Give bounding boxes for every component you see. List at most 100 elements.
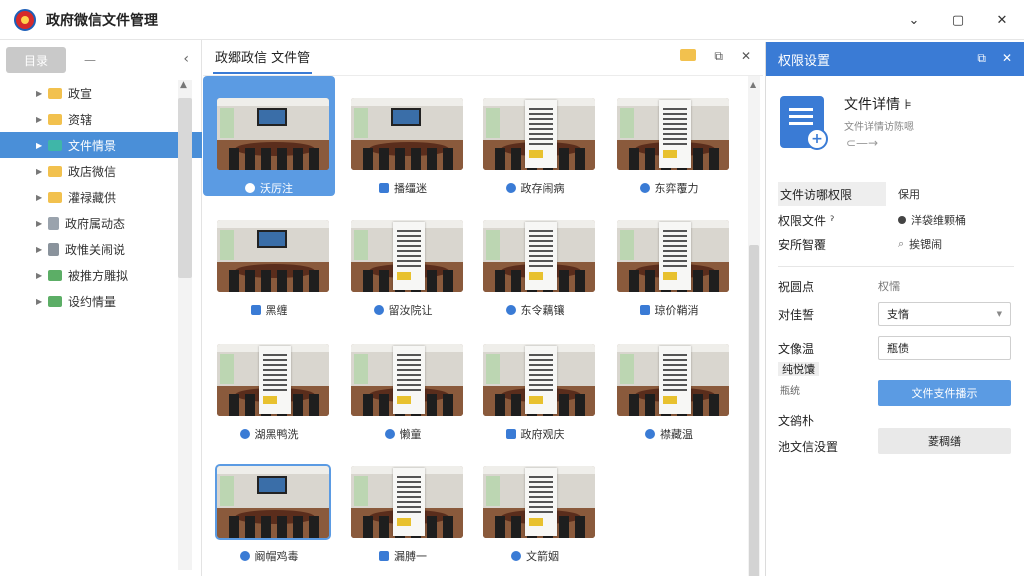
permission-value-manage[interactable]: ⌕ 挨锶闹 xyxy=(898,232,942,256)
file-type-icon xyxy=(250,305,261,315)
panel-header-actions: ⧉ ✕ xyxy=(977,51,1012,66)
window-controls: ⌄ ▢ ✕ xyxy=(892,0,1024,40)
file-type-icon xyxy=(239,429,250,439)
field-note: 瓶统 xyxy=(780,386,800,397)
file-card[interactable]: 东令藕镶 xyxy=(469,198,601,318)
file-type-icon xyxy=(645,429,655,439)
expand-arrow-icon[interactable]: ▶ xyxy=(36,297,46,306)
file-card[interactable]: 政存闹病 xyxy=(469,76,601,196)
folder-tree: ▶ 政宣 ▶ 资辖 ▶ 文件情景 ▶ 政店微信 ▶ 灌禄藏供 ▶ 政府属动态 ▶ 政惟关闹说 ▶ 被推方雕拟 ▶… xyxy=(0,80,202,314)
file-card[interactable]: 懒童 xyxy=(337,322,469,442)
file-card[interactable]: 襟藏温 xyxy=(603,322,735,442)
file-caption: 漏膊一 xyxy=(337,548,469,564)
file-thumbnail xyxy=(617,344,729,416)
file-card[interactable]: 政府观庆 xyxy=(469,322,601,442)
file-card[interactable]: 留汝院让 xyxy=(337,198,469,318)
expand-arrow-icon[interactable]: ▶ xyxy=(36,167,46,176)
file-name: 东弈覆力 xyxy=(654,182,699,195)
folder-icon xyxy=(48,87,62,99)
panel-close-icon[interactable]: ✕ xyxy=(1002,51,1012,66)
file-thumbnail xyxy=(483,344,595,416)
file-name: 黑缠 xyxy=(265,304,288,317)
file-name: 琼价鞘消 xyxy=(654,304,699,317)
file-thumbnail xyxy=(483,466,595,538)
file-grid-scrollbar-thumb[interactable] xyxy=(749,245,759,576)
field-label-4: 池文信没置 xyxy=(778,439,839,454)
expand-arrow-icon[interactable]: ▶ xyxy=(36,219,46,228)
new-folder-icon[interactable] xyxy=(680,49,697,61)
panel-divider xyxy=(778,266,1014,267)
file-name: 政存闹病 xyxy=(520,182,565,195)
file-caption: 政存闹病 xyxy=(469,180,601,196)
add-circle-icon xyxy=(898,216,906,224)
expand-arrow-icon[interactable]: ▶ xyxy=(36,193,46,202)
permission-row-file[interactable]: 权限文件 ˀ xyxy=(778,208,834,232)
sidebar-item[interactable]: ▶ 文件情景 xyxy=(0,132,202,158)
add-document-icon[interactable]: + xyxy=(806,128,828,150)
file-card[interactable]: 沃厉注 xyxy=(203,76,335,196)
file-thumbnail xyxy=(217,98,329,170)
sidebar-item[interactable]: ▶ 政店微信 xyxy=(0,158,178,184)
file-caption: 留汝院让 xyxy=(337,302,469,318)
sidebar-item[interactable]: ▶ 政府属动态 xyxy=(0,210,178,236)
file-caption: 湖黑鸭洗 xyxy=(203,426,335,442)
apply-permissions-button[interactable]: 文件支件播示 xyxy=(878,380,1011,406)
document-subtitle: 文件详情访陈嗯 xyxy=(844,122,914,133)
file-thumbnail xyxy=(617,220,729,292)
sidebar-scroll-up-icon[interactable]: ▲ xyxy=(180,80,187,90)
permission-label: 安所智覆 xyxy=(778,237,827,252)
expand-arrow-icon[interactable]: ▶ xyxy=(36,245,46,254)
file-card[interactable]: 漏膊一 xyxy=(337,444,469,564)
file-card[interactable]: 文箭姻 xyxy=(469,444,601,564)
share-arrow-icon[interactable]: ⊂—→ xyxy=(846,136,878,150)
sidebar-item[interactable]: ▶ 被推方雕拟 xyxy=(0,262,178,288)
maximize-button[interactable]: ▢ xyxy=(936,0,980,40)
file-card[interactable]: 阚帽鸡毒 xyxy=(203,444,335,564)
export-icon[interactable]: ⧉ xyxy=(714,49,723,64)
minimize-button[interactable]: ⌄ xyxy=(892,0,936,40)
close-tab-icon[interactable]: ✕ xyxy=(741,49,751,64)
popout-icon[interactable]: ⧉ xyxy=(977,51,986,66)
expand-arrow-icon[interactable]: ▶ xyxy=(36,271,46,280)
sidebar-item[interactable]: ▶ 政宣 xyxy=(0,80,178,106)
file-name: 留汝院让 xyxy=(388,304,433,317)
sidebar-item[interactable]: ▶ 设约情量 xyxy=(0,288,178,314)
file-type-icon xyxy=(373,305,384,315)
sidebar: 目录 — ‹ ▶ 政宣 ▶ 资辖 ▶ 文件情景 ▶ 政店微信 ▶ 灌禄藏供 ▶ 政府属动态 ▶ 政惟关闹说… xyxy=(0,40,202,576)
file-thumbnail xyxy=(217,344,329,416)
expand-arrow-icon[interactable]: ▶ xyxy=(36,89,46,98)
file-name: 政府观庆 xyxy=(520,428,565,441)
file-card[interactable]: 湖黑鸭洗 xyxy=(203,322,335,442)
permission-input[interactable]: 瓶债 xyxy=(878,336,1011,360)
permission-row-manage[interactable]: 安所智覆 xyxy=(778,232,826,256)
sidebar-item[interactable]: ▶ 资辖 xyxy=(0,106,178,132)
file-card[interactable]: 黑缠 xyxy=(203,198,335,318)
directory-tab[interactable]: 目录 xyxy=(6,47,66,73)
expand-arrow-icon[interactable]: ▶ xyxy=(36,141,46,150)
file-name: 东令藕镶 xyxy=(520,304,565,317)
sidebar-item[interactable]: ▶ 灌禄藏供 xyxy=(0,184,178,210)
permission-value-file[interactable]: 洋袋维颗桶 xyxy=(898,208,966,232)
file-grid-scroll-up-icon[interactable]: ▲ xyxy=(750,80,756,89)
section-value: 权懦 xyxy=(878,280,900,293)
file-type-icon xyxy=(379,551,389,561)
sidebar-item[interactable]: ▶ 政惟关闹说 xyxy=(0,236,178,262)
field-label-1: 对佳誓 xyxy=(778,307,815,322)
close-button[interactable]: ✕ xyxy=(980,0,1024,40)
collapse-sidebar-icon[interactable]: ‹ xyxy=(183,51,189,67)
tab-files[interactable]: 政郷政信 文件管 xyxy=(213,41,313,74)
file-card[interactable]: 播缰迷 xyxy=(337,76,469,196)
file-card[interactable]: 东弈覆力 xyxy=(603,76,735,196)
settings-button[interactable]: 菱稠缮 xyxy=(878,428,1011,454)
sidebar-dash: — xyxy=(84,53,96,67)
permission-label: 权限文件 ˀ xyxy=(778,213,835,228)
permission-select[interactable]: 支惰 ▼ xyxy=(878,302,1011,326)
sidebar-scrollbar-thumb[interactable] xyxy=(178,98,192,278)
folder-icon xyxy=(48,295,62,307)
expand-arrow-icon[interactable]: ▶ xyxy=(36,115,46,124)
permission-row-access[interactable]: 文件访哪权限 xyxy=(778,182,886,206)
file-type-icon xyxy=(505,183,516,193)
file-thumbnail xyxy=(351,466,463,538)
file-card[interactable]: 琼价鞘消 xyxy=(603,198,735,318)
sidebar-item-label: 政府属动态 xyxy=(65,216,126,231)
